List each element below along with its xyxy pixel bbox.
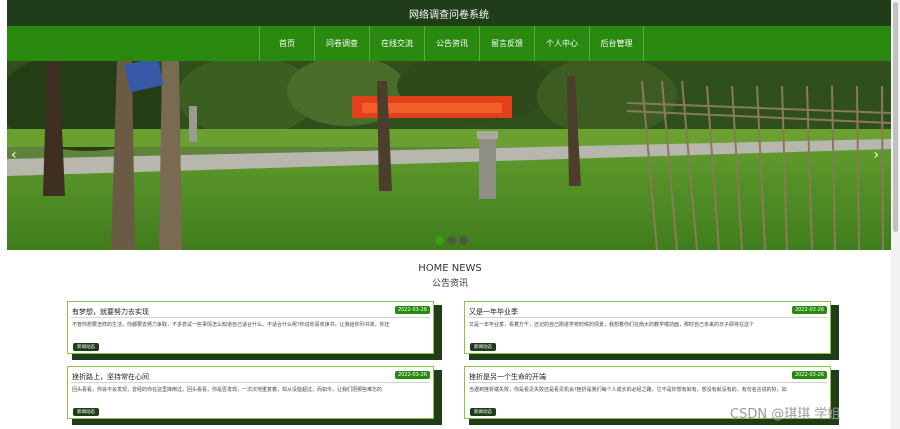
- main-nav: 首页 问卷调查 在线交流 公告资讯 留言反馈 个人中心 后台管理: [7, 26, 891, 61]
- news-card-tag[interactable]: 新闻动态: [470, 408, 496, 416]
- news-card-date: 2022-03-26: [791, 371, 827, 379]
- news-card-desc: 不管你想要怎样的生活，你都要去努力争取，不多尝试一些事情怎么知道自己适合什么、不…: [72, 322, 390, 328]
- news-card-date: 2022-03-26: [791, 306, 827, 314]
- watermark: CSDN @琪琪 学姐: [730, 407, 841, 422]
- nav-item-home[interactable]: 首页: [259, 26, 314, 61]
- news-heading-cn: 公告资讯: [431, 279, 468, 289]
- news-card-title[interactable]: 又是一年毕业季: [469, 307, 518, 317]
- news-card-tag[interactable]: 新闻动态: [470, 343, 496, 351]
- banner-dot-2[interactable]: [447, 236, 456, 245]
- news-card-date: 2022-03-26: [394, 306, 430, 314]
- banner-prev-button[interactable]: ‹: [11, 147, 17, 163]
- card-divider: [71, 317, 430, 318]
- scrollbar-thumb[interactable]: [893, 2, 898, 232]
- news-card-desc: 回头看看，你会不会发现，曾经的你在这里摔倒过，回头看看，你是否发现，一次次地重复…: [72, 387, 383, 393]
- banner-image: [7, 61, 891, 250]
- banner-carousel[interactable]: ‹ ›: [7, 61, 891, 250]
- nav-item-survey[interactable]: 问卷调查: [314, 26, 369, 61]
- news-card-date: 2022-03-26: [394, 371, 430, 379]
- news-card-desc: 又是一年毕业季，看着万千，还记的自己刚进学校时候的情景，我想着你们在南大的教学楼…: [469, 322, 755, 328]
- nav-item-forum[interactable]: 在线交流: [369, 26, 424, 61]
- news-card[interactable]: 有梦想，就要努力去实现 2022-03-26 不管你想要怎样的生活，你都要去努力…: [67, 301, 434, 354]
- news-card-tag[interactable]: 新闻动态: [73, 343, 99, 351]
- banner-next-button[interactable]: ›: [873, 147, 879, 163]
- nav-item-news[interactable]: 公告资讯: [424, 26, 479, 61]
- news-card[interactable]: 挫折路上，坚持常在心间 2022-03-26 回头看看，你会不会发现，曾经的你在…: [67, 366, 434, 419]
- card-divider: [71, 382, 430, 383]
- banner-dot-1[interactable]: [435, 236, 444, 245]
- news-heading-en: HOME NEWS: [418, 263, 482, 274]
- banner-dots: [435, 236, 468, 245]
- news-card-title[interactable]: 有梦想，就要努力去实现: [72, 307, 149, 317]
- nav-item-feedback[interactable]: 留言反馈: [479, 26, 534, 61]
- news-card-title[interactable]: 挫折路上，坚持常在心间: [72, 372, 149, 382]
- app-title: 网络调查问卷系统: [409, 9, 489, 21]
- nav-item-admin[interactable]: 后台管理: [589, 26, 644, 61]
- news-card-tag[interactable]: 新闻动态: [73, 408, 99, 416]
- app-title-bar: 网络调查问卷系统: [7, 0, 891, 26]
- news-card-title[interactable]: 挫折是另一个生命的开端: [469, 372, 546, 382]
- news-card[interactable]: 又是一年毕业季 2022-03-26 又是一年毕业季，看着万千，还记的自己刚进学…: [464, 301, 831, 354]
- banner-dot-3[interactable]: [459, 236, 468, 245]
- news-card-desc: 当遇到挫折或失败，你是看见失败还是看见机会?挫折是我们每个人成长的必经之路，它不…: [469, 387, 787, 393]
- card-divider: [468, 382, 827, 383]
- card-divider: [468, 317, 827, 318]
- nav-item-profile[interactable]: 个人中心: [534, 26, 589, 61]
